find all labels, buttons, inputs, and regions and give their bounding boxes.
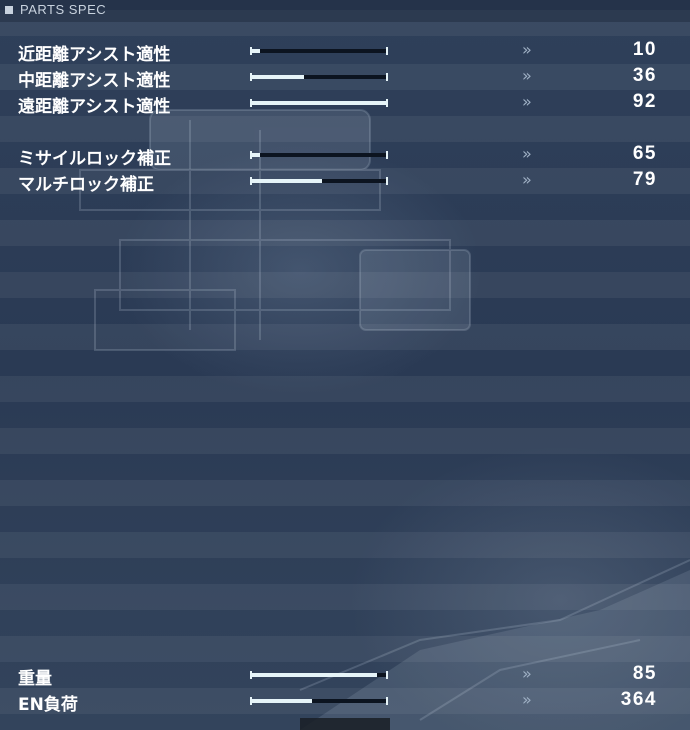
stat-bar-cap-right xyxy=(386,177,388,185)
stat-bar-fill xyxy=(252,673,377,677)
stat-label: EN負荷 xyxy=(18,695,78,715)
stat-bar-cap-left xyxy=(250,177,252,185)
stat-bar-fill xyxy=(252,75,304,79)
stat-value: 36 xyxy=(632,65,657,86)
stat-value: 10 xyxy=(632,39,657,60)
stat-bar-cap-left xyxy=(250,73,252,81)
stat-label: 遠距離アシスト適性 xyxy=(18,97,171,117)
double-chevron-right-icon: » xyxy=(522,92,532,111)
stat-bar xyxy=(250,73,388,81)
stat-row: ミサイルロック補正 » 65 xyxy=(0,142,690,169)
panel-title: PARTS SPEC xyxy=(20,2,107,17)
panel-header: PARTS SPEC xyxy=(0,0,690,22)
double-chevron-right-icon: » xyxy=(522,664,532,683)
stat-bar-cap-right xyxy=(386,73,388,81)
double-chevron-right-icon: » xyxy=(522,690,532,709)
stat-value: 85 xyxy=(632,663,657,684)
stat-bar-cap-left xyxy=(250,47,252,55)
stat-bar-cap-right xyxy=(386,151,388,159)
stat-label: 近距離アシスト適性 xyxy=(18,45,171,65)
stat-label: マルチロック補正 xyxy=(18,175,154,195)
double-chevron-right-icon: » xyxy=(522,40,532,59)
stat-bar xyxy=(250,177,388,185)
stat-value: 92 xyxy=(632,91,657,112)
stat-row: 遠距離アシスト適性 » 92 xyxy=(0,90,690,117)
double-chevron-right-icon: » xyxy=(522,170,532,189)
stat-bar-track xyxy=(252,153,386,157)
stat-bar-cap-left xyxy=(250,671,252,679)
stat-bar-cap-left xyxy=(250,99,252,107)
stat-bar xyxy=(250,697,388,705)
stat-bar-fill xyxy=(252,699,312,703)
stat-row: 重量 » 85 xyxy=(0,662,690,689)
stat-bar xyxy=(250,151,388,159)
stat-bar-fill xyxy=(252,101,386,105)
stat-bar-fill xyxy=(252,179,322,183)
stat-bar-cap-left xyxy=(250,697,252,705)
stat-label: ミサイルロック補正 xyxy=(18,149,171,169)
square-icon xyxy=(5,6,13,14)
stat-bar-track xyxy=(252,49,386,53)
stat-value: 65 xyxy=(632,143,657,164)
stat-bar-cap-right xyxy=(386,671,388,679)
stat-bar-cap-left xyxy=(250,151,252,159)
stat-label: 重量 xyxy=(18,669,52,689)
stat-bar xyxy=(250,47,388,55)
stat-value: 364 xyxy=(620,689,657,710)
double-chevron-right-icon: » xyxy=(522,144,532,163)
stat-bar xyxy=(250,99,388,107)
stat-bar-cap-right xyxy=(386,99,388,107)
stat-row: EN負荷 » 364 xyxy=(0,688,690,715)
stat-row: マルチロック補正 » 79 xyxy=(0,168,690,195)
stat-bar xyxy=(250,671,388,679)
stat-bar-fill xyxy=(252,153,260,157)
stat-label: 中距離アシスト適性 xyxy=(18,71,171,91)
stat-row: 近距離アシスト適性 » 10 xyxy=(0,38,690,65)
stat-value: 79 xyxy=(632,169,657,190)
stat-row: 中距離アシスト適性 » 36 xyxy=(0,64,690,91)
stat-bar-fill xyxy=(252,49,260,53)
stat-bar-cap-right xyxy=(386,697,388,705)
double-chevron-right-icon: » xyxy=(522,66,532,85)
stat-bar-cap-right xyxy=(386,47,388,55)
